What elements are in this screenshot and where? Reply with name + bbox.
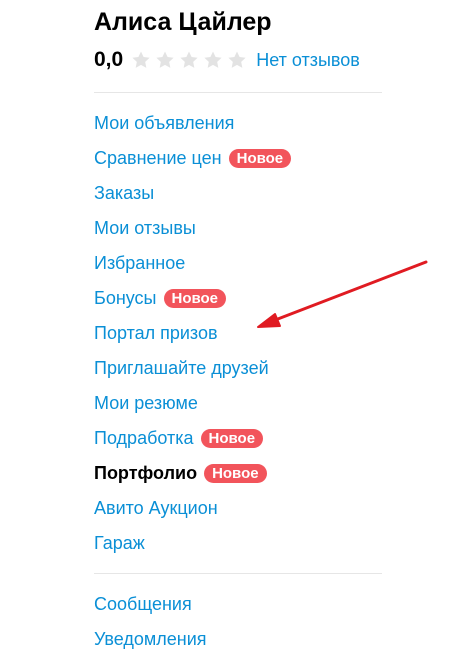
menu-link[interactable]: Бонусы	[94, 288, 157, 309]
rating-stars	[131, 50, 247, 70]
new-badge: Новое	[228, 149, 292, 168]
rating-value: 0,0	[94, 48, 124, 71]
menu-link[interactable]: Мои резюме	[94, 393, 198, 414]
menu-item-invite-friends: Приглашайте друзей	[94, 351, 291, 386]
menu-item-messages: Сообщения	[94, 587, 207, 622]
menu-item-portfolio: Портфолио Новое	[94, 456, 291, 491]
menu-item-avito-auction: Авито Аукцион	[94, 491, 291, 526]
star-icon	[180, 51, 198, 68]
star-icon	[204, 51, 222, 68]
menu-link[interactable]: Заказы	[94, 183, 154, 204]
menu-link[interactable]: Авито Аукцион	[94, 498, 218, 519]
menu-link[interactable]: Мои объявления	[94, 113, 234, 134]
menu-item-orders: Заказы	[94, 176, 291, 211]
menu-item-my-resumes: Мои резюме	[94, 386, 291, 421]
menu-item-garage: Гараж	[94, 526, 291, 561]
profile-menu-secondary: Сообщения Уведомления	[94, 587, 207, 657]
menu-link[interactable]: Гараж	[94, 533, 145, 554]
menu-link[interactable]: Избранное	[94, 253, 185, 274]
menu-item-prize-portal: Портал призов	[94, 316, 291, 351]
rating-row: 0,0 Нет отзывов	[94, 46, 360, 74]
reviews-link[interactable]: Нет отзывов	[256, 50, 360, 71]
divider	[94, 573, 382, 574]
menu-item-my-reviews: Мои отзывы	[94, 211, 291, 246]
menu-link[interactable]: Приглашайте друзей	[94, 358, 269, 379]
divider	[94, 92, 382, 93]
menu-link[interactable]: Портал призов	[94, 323, 218, 344]
menu-link[interactable]: Сообщения	[94, 594, 192, 615]
menu-item-my-ads: Мои объявления	[94, 106, 291, 141]
new-badge: Новое	[200, 429, 264, 448]
star-icon	[132, 51, 150, 68]
menu-link-active[interactable]: Портфолио	[94, 463, 197, 484]
star-icon	[156, 51, 174, 68]
menu-link[interactable]: Уведомления	[94, 629, 207, 650]
menu-item-favorites: Избранное	[94, 246, 291, 281]
menu-link[interactable]: Сравнение цен	[94, 148, 222, 169]
profile-menu: Мои объявления Сравнение цен Новое Заказ…	[94, 106, 292, 561]
menu-link[interactable]: Мои отзывы	[94, 218, 196, 239]
menu-link[interactable]: Подработка	[94, 428, 194, 449]
menu-item-side-jobs: Подработка Новое	[94, 421, 291, 456]
new-badge: Новое	[163, 289, 227, 308]
menu-item-notifications: Уведомления	[94, 622, 207, 657]
star-icon	[228, 51, 246, 68]
new-badge: Новое	[204, 464, 267, 483]
menu-item-bonuses: Бонусы Новое	[94, 281, 291, 316]
profile-name: Алиса Цайлер	[94, 8, 272, 36]
menu-item-price-comparison: Сравнение цен Новое	[94, 141, 292, 176]
